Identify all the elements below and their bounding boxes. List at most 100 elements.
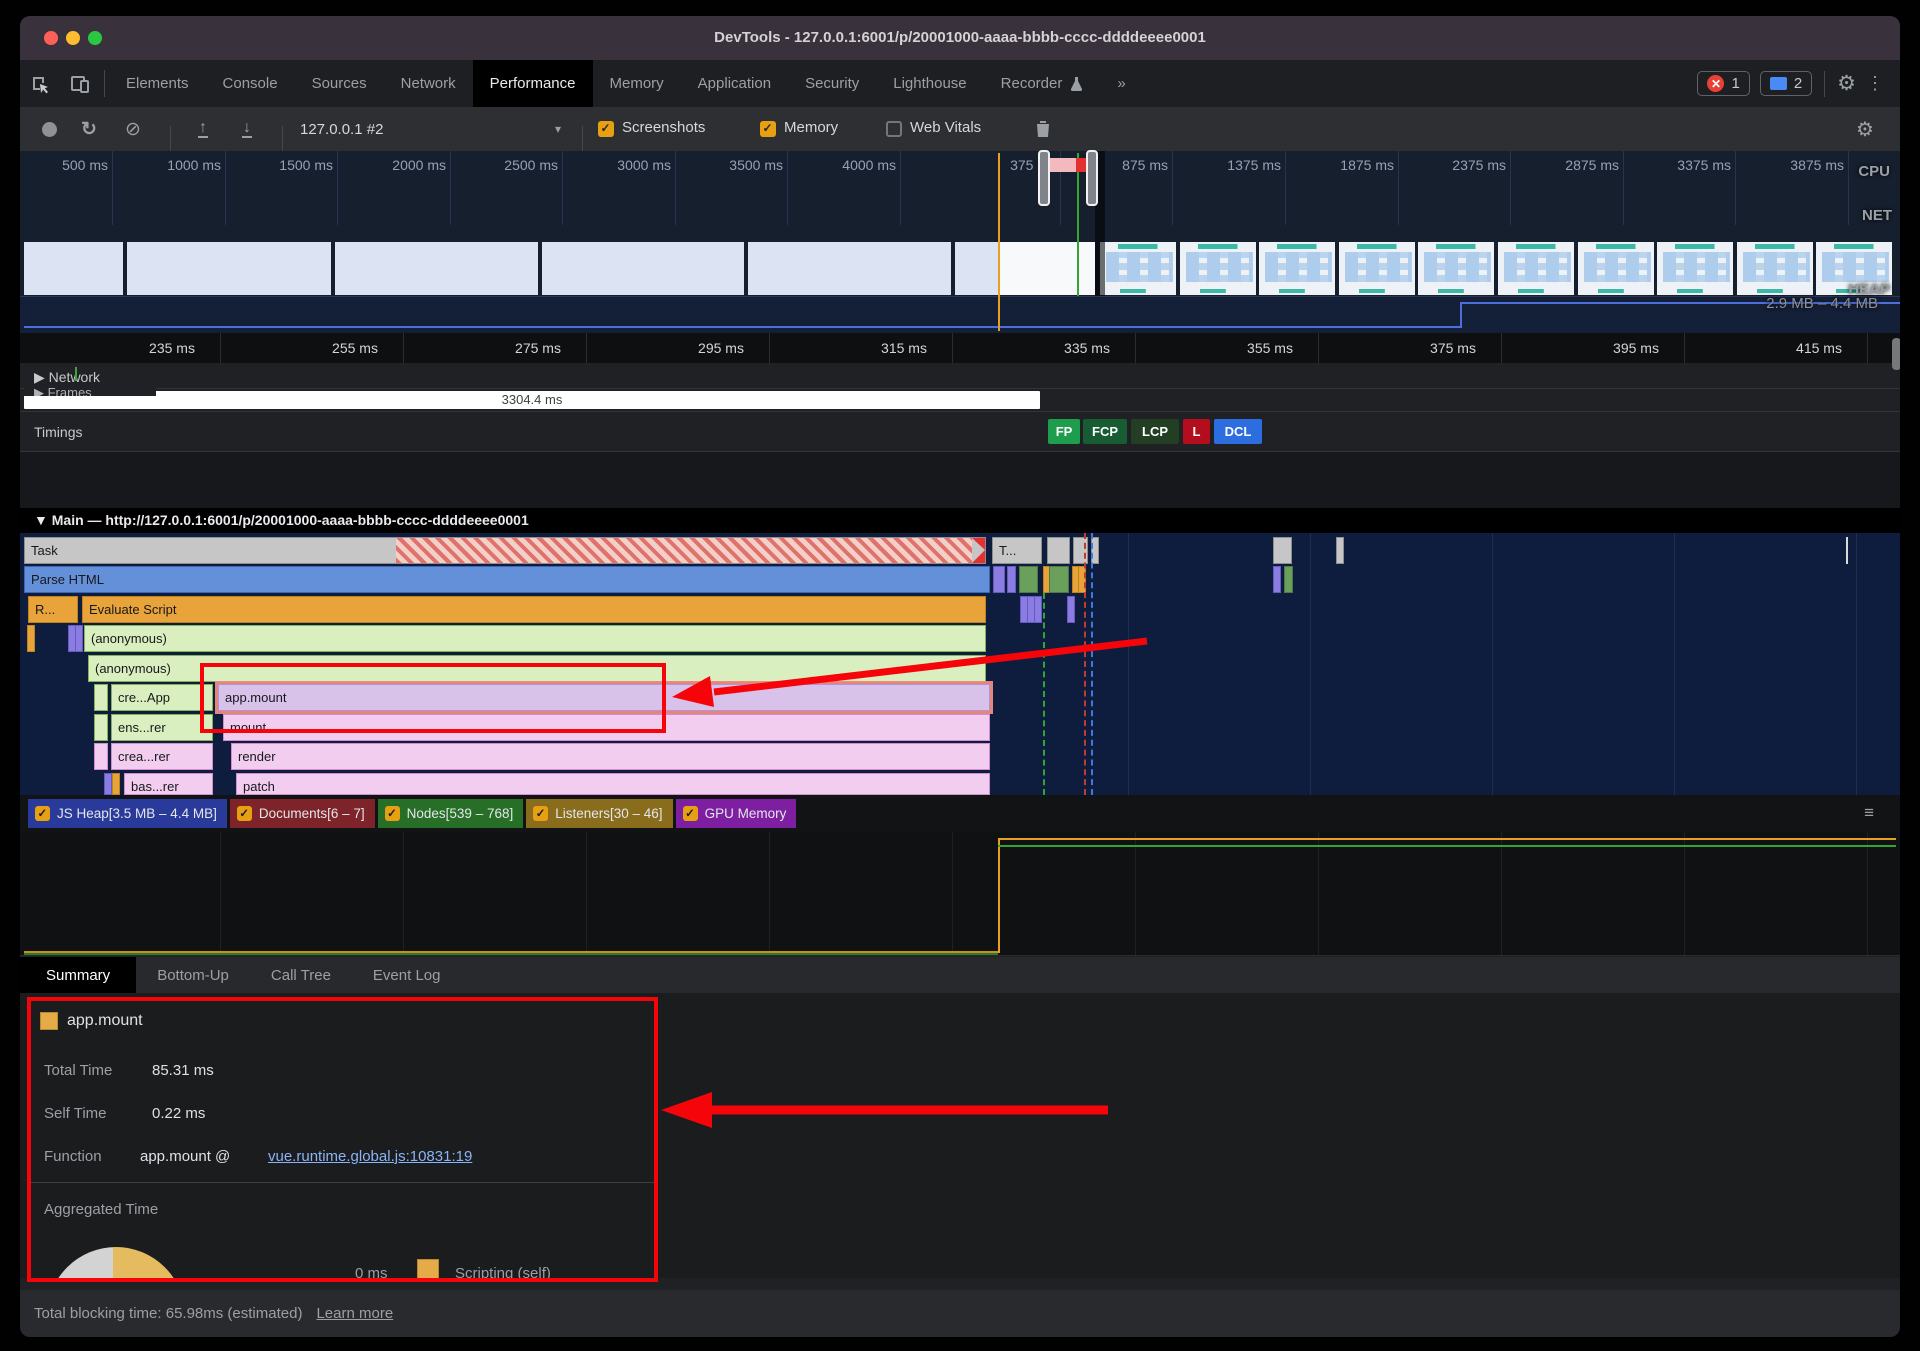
screenshot-thumbnail[interactable] [24,242,123,295]
tab-lighthouse[interactable]: Lighthouse [876,60,983,107]
memory-checkbox[interactable] [760,121,776,137]
flame-bar-parse-html[interactable]: Parse HTML [24,566,990,593]
screenshot-thumbnail[interactable] [542,242,744,295]
flame-bar-anonymous[interactable]: (anonymous) [84,625,986,652]
flame-bar[interactable] [104,773,112,795]
tab-memory[interactable]: Memory [593,60,681,107]
flame-bar-base-renderer[interactable]: bas...rer [124,773,213,795]
tab-bottom-up[interactable]: Bottom-Up [136,957,250,993]
flame-bar-task-small[interactable]: T... [992,537,1042,564]
tab-console[interactable]: Console [206,60,295,107]
memory-overlay-menu-icon[interactable]: ≡ [1864,803,1874,823]
flame-bar[interactable] [112,773,120,795]
js-heap-checkbox[interactable] [35,806,50,821]
timings-track[interactable]: Timings FP FCP LCP L DCL [20,412,1900,452]
listeners-chip[interactable]: Listeners[30 – 46] [526,799,672,828]
screenshot-thumbnail[interactable] [1339,242,1415,295]
flame-bar[interactable] [1067,596,1075,623]
flame-bar[interactable] [1049,566,1069,593]
screenshot-thumbnail[interactable] [748,242,951,295]
screenshot-thumbnail[interactable] [1578,242,1654,295]
learn-more-link[interactable]: Learn more [316,1305,393,1322]
documents-checkbox[interactable] [237,806,252,821]
settings-gear-icon[interactable]: ⚙ [1837,73,1856,94]
screenshots-checkbox[interactable] [598,121,614,137]
issue-count-badge[interactable]: 2 [1760,71,1812,96]
tab-sources[interactable]: Sources [295,60,384,107]
tab-recorder[interactable]: Recorder [984,60,1101,107]
screenshot-thumbnail[interactable] [1180,242,1256,295]
screenshot-thumbnail[interactable] [127,242,331,295]
tab-security[interactable]: Security [788,60,876,107]
tab-overflow-chevron[interactable]: » [1100,60,1142,107]
nodes-chip[interactable]: Nodes[539 – 768] [378,799,524,828]
fcp-badge[interactable]: FCP [1083,419,1127,444]
error-count-badge[interactable]: ✕ 1 [1697,71,1749,96]
device-toolbar-icon[interactable] [60,60,100,107]
more-options-icon[interactable]: ⋮ [1866,73,1884,94]
selection-handle-right[interactable] [1086,150,1098,206]
nodes-checkbox[interactable] [385,806,400,821]
scrollbar-thumb[interactable] [1892,338,1900,370]
frame-duration-bar[interactable]: 3304.4 ms [24,391,1040,409]
trash-icon[interactable] [1028,107,1058,151]
flame-bar[interactable] [1273,537,1292,564]
screenshot-thumbnail[interactable] [335,242,538,295]
js-heap-chip[interactable]: JS Heap[3.5 MB – 4.4 MB] [28,799,227,828]
flame-bar[interactable] [1047,537,1070,564]
dcl-badge[interactable]: DCL [1214,419,1262,444]
memory-counter-chart[interactable] [20,832,1900,956]
record-button[interactable] [34,107,64,151]
flame-bar[interactable] [94,684,108,711]
flame-bar[interactable] [1284,566,1293,593]
flame-bar[interactable] [1336,537,1344,564]
main-thread-header[interactable]: ▼ Main — http://127.0.0.1:6001/p/2000100… [20,508,1900,533]
l-badge[interactable]: L [1183,419,1210,444]
save-profile-icon[interactable]: ↓ [232,107,262,151]
gpu-memory-chip[interactable]: GPU Memory [676,799,797,828]
flame-bar[interactable] [75,625,83,652]
tab-call-tree[interactable]: Call Tree [250,957,352,993]
clear-recordings-icon[interactable]: ⊘ [118,107,148,151]
tab-event-log[interactable]: Event Log [352,957,462,993]
flame-bar-create-app[interactable]: cre...App [111,684,213,711]
frames-track-label-clip[interactable]: ▶ Frames [24,385,156,396]
flame-bar[interactable] [993,566,1005,593]
history-select-caret-icon[interactable]: ▾ [548,107,568,151]
flame-bar-ensure-renderer[interactable]: ens...rer [111,714,213,741]
flame-bar[interactable] [1007,566,1016,593]
screenshot-thumbnail[interactable] [1100,242,1176,295]
frames-track[interactable]: 3304.4 ms ▶ Frames [20,389,1900,412]
network-track-label[interactable]: ▶ Network [34,369,100,386]
flame-bar[interactable] [1846,537,1848,564]
screenshot-thumbnail[interactable] [1418,242,1494,295]
screenshots-label[interactable]: Screenshots [622,119,705,136]
tab-elements[interactable]: Elements [109,60,206,107]
tab-network[interactable]: Network [384,60,473,107]
flame-bar-evaluate-script[interactable]: Evaluate Script [82,596,986,623]
reload-and-record-button[interactable]: ↻ [74,107,104,151]
load-profile-icon[interactable]: ↑ [188,107,218,151]
timeline-overview[interactable]: 500 ms1000 ms1500 ms2000 ms2500 ms3000 m… [20,151,1900,333]
screenshot-thumbnail[interactable] [1498,242,1574,295]
flame-bar[interactable] [94,743,108,770]
flame-bar[interactable] [27,625,35,652]
capture-settings-gear-icon[interactable]: ⚙ [1850,107,1880,151]
screenshot-thumbnail[interactable] [1657,242,1733,295]
flame-bar-r[interactable]: R... [28,596,78,623]
tab-application[interactable]: Application [681,60,788,107]
selection-handle-left[interactable] [1038,150,1050,206]
flame-bar[interactable] [1273,566,1281,593]
inspect-element-icon[interactable] [20,60,60,107]
flame-bar[interactable] [1019,566,1038,593]
screenshot-thumbnail[interactable] [1000,242,1095,295]
flame-bar[interactable] [1034,596,1042,623]
fp-badge[interactable]: FP [1048,419,1080,444]
network-track[interactable]: ▶ Network [20,363,1900,389]
web-vitals-checkbox[interactable] [886,121,902,137]
lcp-badge[interactable]: LCP [1131,419,1179,444]
flame-bar-patch[interactable]: patch [236,773,990,795]
listeners-checkbox[interactable] [533,806,548,821]
documents-chip[interactable]: Documents[6 – 7] [230,799,375,828]
memory-label[interactable]: Memory [784,119,838,136]
